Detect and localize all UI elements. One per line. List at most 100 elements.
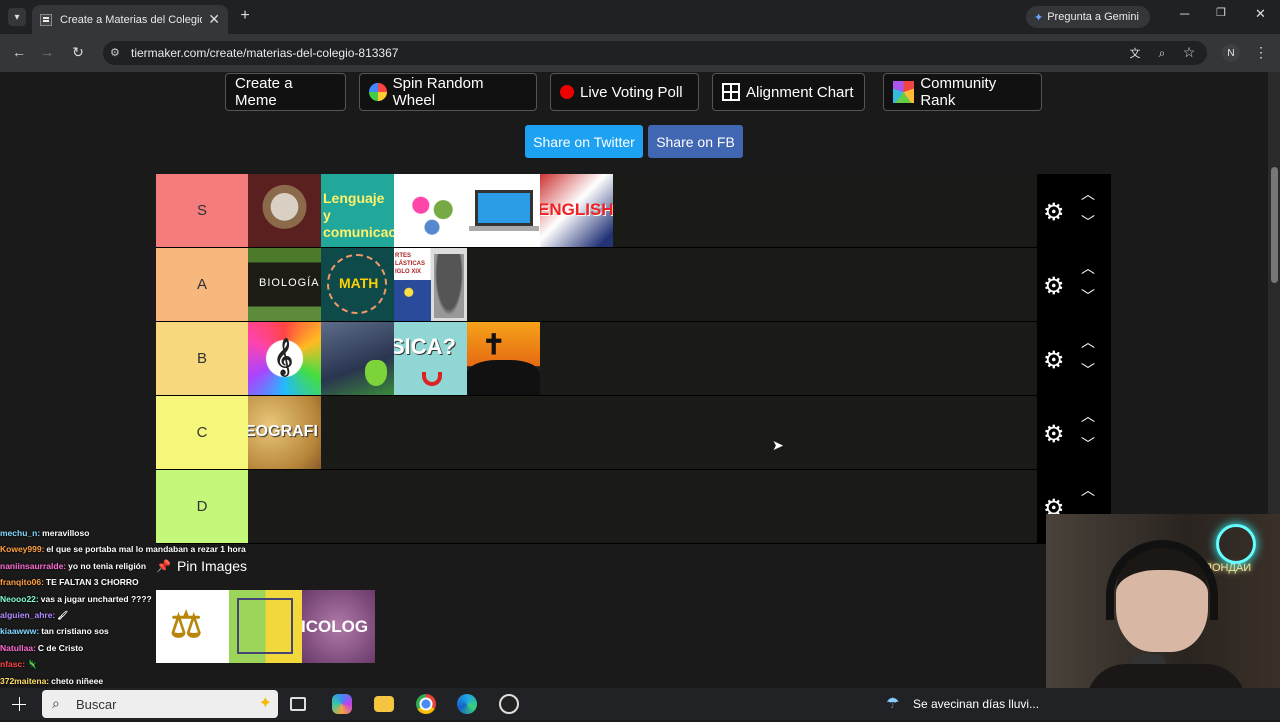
file-explorer-icon[interactable] <box>374 696 394 712</box>
tile-geografia[interactable]: EOGRAFI <box>248 396 321 469</box>
zoom-icon[interactable]: ⌕ <box>1154 45 1170 61</box>
tile-fisica[interactable]: SICA? <box>394 322 467 395</box>
chevron-down-icon[interactable]: ﹀ <box>1081 212 1095 232</box>
tier-row-s[interactable]: S Lenguaje y comunicación ENGLISH ⚙ ︿ ﹀ <box>156 174 1111 248</box>
tile-educacion-fisica[interactable] <box>394 174 467 247</box>
windows-start-icon[interactable] <box>12 697 26 711</box>
tier-controls-b: ⚙ ︿ ﹀ <box>1037 322 1111 396</box>
chevron-down-icon[interactable]: ﹀ <box>1081 286 1095 306</box>
tier-label-s[interactable]: S <box>156 174 248 247</box>
pin-tile-psicologia[interactable]: ICOLOG <box>302 590 375 663</box>
gear-icon[interactable]: ⚙ <box>1043 346 1065 375</box>
obs-icon[interactable] <box>499 694 519 714</box>
edge-icon[interactable] <box>457 694 477 714</box>
tier-controls-c: ⚙ ︿ ﹀ <box>1037 396 1111 470</box>
back-arrow-icon[interactable]: ← <box>10 43 28 61</box>
chevron-down-icon[interactable]: ﹀ <box>1081 434 1095 454</box>
active-tab[interactable]: Create a Materias del Colegio. T ✕ <box>32 5 228 34</box>
create-meme-button[interactable]: Create a Meme <box>225 73 346 111</box>
tab-list-chevron-icon[interactable]: ▾ <box>8 8 26 26</box>
chevron-up-icon[interactable]: ︿ <box>1081 406 1095 426</box>
tier-row-b[interactable]: B 𝄞 SICA? ✝ ⚙ ︿ ﹀ <box>156 322 1111 396</box>
live-voting-label: Live Voting Poll <box>580 83 683 101</box>
restore-icon[interactable]: ❐ <box>1216 6 1226 19</box>
copilot-icon[interactable] <box>332 694 352 714</box>
gemini-button[interactable]: ✦ Pregunta a Gemini <box>1026 6 1150 28</box>
community-rank-button[interactable]: Community Rank <box>883 73 1042 111</box>
tier-label-b[interactable]: B <box>156 322 248 395</box>
address-bar[interactable]: tiermaker.com/create/materias-del-colegi… <box>103 41 1207 65</box>
share-twitter-button[interactable]: Share on Twitter <box>525 125 643 158</box>
tier-row-a[interactable]: A BIOLOGÍA MATH RTES LÁSTICAS IGLO XIX ⚙… <box>156 248 1111 322</box>
alignment-chart-label: Alignment Chart <box>746 83 854 101</box>
tile-english[interactable]: ENGLISH <box>540 174 613 247</box>
tile-lenguaje[interactable]: Lenguaje y comunicación <box>321 174 394 247</box>
live-voting-button[interactable]: Live Voting Poll <box>550 73 699 111</box>
chrome-icon[interactable] <box>416 694 436 714</box>
magnet-icon <box>422 372 442 386</box>
tile-math[interactable]: MATH <box>321 248 394 321</box>
spin-wheel-label: Spin Random Wheel <box>392 75 484 109</box>
scrollbar-thumb[interactable] <box>1271 167 1278 283</box>
grid-icon <box>722 83 740 101</box>
tier-row-c[interactable]: C EOGRAFI ⚙ ︿ ﹀ <box>156 396 1111 470</box>
chevron-up-icon[interactable]: ︿ <box>1081 184 1095 204</box>
bookmark-star-icon[interactable]: ☆ <box>1181 44 1197 60</box>
weather-text[interactable]: Se avecinan días lluvi... <box>913 697 1039 711</box>
search-icon: ⌕ <box>52 695 60 711</box>
cross-icon: ✝ <box>482 329 506 360</box>
tile-tecnologia[interactable] <box>467 174 540 247</box>
tile-biologia-text: BIOLOGÍA <box>259 277 320 289</box>
chevron-down-icon[interactable]: ﹀ <box>1081 360 1095 380</box>
chat-text: 🦎 <box>27 659 38 670</box>
tier-items-a[interactable]: BIOLOGÍA MATH RTES LÁSTICAS IGLO XIX <box>248 248 467 321</box>
url-text: tiermaker.com/create/materias-del-colegi… <box>131 46 399 60</box>
chat-message: kiaawww: tan cristiano sos <box>0 623 300 639</box>
browser-menu-icon[interactable]: ⋮ <box>1254 44 1268 60</box>
new-tab-button[interactable]: + <box>236 7 254 25</box>
spin-wheel-button[interactable]: Spin Random Wheel <box>359 73 537 111</box>
tile-religion[interactable]: ✝ <box>467 322 540 395</box>
tile-fisica-text: SICA? <box>394 334 456 359</box>
tier-list-board: S Lenguaje y comunicación ENGLISH ⚙ ︿ ﹀ … <box>156 174 1111 544</box>
minimize-icon[interactable]: ─ <box>1180 6 1189 21</box>
tab-close-icon[interactable]: ✕ <box>208 11 220 28</box>
math-symbols-icon <box>327 254 387 314</box>
chevron-up-icon[interactable]: ︿ <box>1081 480 1095 500</box>
tier-items-c[interactable]: EOGRAFI <box>248 396 321 469</box>
tier-items-b[interactable]: 𝄞 SICA? ✝ <box>248 322 540 395</box>
gear-icon[interactable]: ⚙ <box>1043 420 1065 449</box>
flask-icon <box>365 360 387 386</box>
forward-arrow-icon[interactable]: → <box>38 43 56 61</box>
tier-items-s[interactable]: Lenguaje y comunicación ENGLISH <box>248 174 613 247</box>
translate-icon[interactable]: 文 <box>1127 45 1143 61</box>
alignment-chart-button[interactable]: Alignment Chart <box>712 73 865 111</box>
tile-quimica[interactable] <box>321 322 394 395</box>
gear-icon[interactable]: ⚙ <box>1043 272 1065 301</box>
gear-icon[interactable]: ⚙ <box>1043 198 1065 227</box>
chat-username: Natullaa: <box>0 642 36 653</box>
reload-icon[interactable]: ↻ <box>69 43 87 61</box>
tile-biologia[interactable]: BIOLOGÍA <box>248 248 321 321</box>
chat-text: vas a jugar uncharted ???? <box>40 593 152 604</box>
tiermaker-favicon-icon <box>40 13 52 26</box>
chat-username: 372maitena: <box>0 675 50 686</box>
figures-icon <box>404 192 460 236</box>
chevron-up-icon[interactable]: ︿ <box>1081 258 1095 278</box>
share-facebook-button[interactable]: Share on FB <box>648 125 743 158</box>
wheel-icon <box>369 83 387 101</box>
tile-historia[interactable] <box>248 174 321 247</box>
chat-message: Kowey999: el que se portaba mal lo mandab… <box>0 541 300 557</box>
chat-message: Natullaa: C de Cristo <box>0 640 300 656</box>
window-close-icon[interactable]: ✕ <box>1255 6 1266 22</box>
profile-avatar[interactable]: N <box>1222 44 1240 62</box>
tile-artes[interactable]: RTES LÁSTICAS IGLO XIX <box>394 248 467 321</box>
site-info-icon[interactable]: ⚙ <box>110 46 122 59</box>
tier-label-c[interactable]: C <box>156 396 248 469</box>
starry-night-icon <box>394 280 431 321</box>
tile-musica[interactable]: 𝄞 <box>248 322 321 395</box>
chevron-up-icon[interactable]: ︿ <box>1081 332 1095 352</box>
taskbar-search[interactable]: ⌕ Buscar ✦ <box>42 690 278 718</box>
task-view-icon[interactable] <box>290 697 306 711</box>
tier-label-a[interactable]: A <box>156 248 248 321</box>
